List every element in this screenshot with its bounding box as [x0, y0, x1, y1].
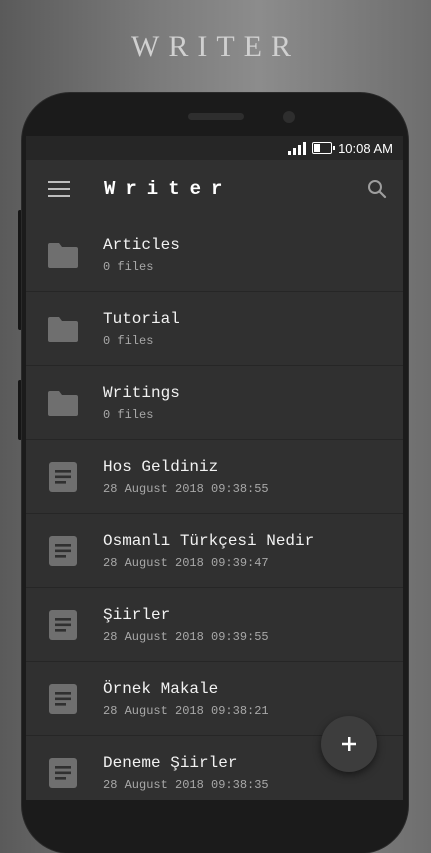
document-icon — [46, 608, 80, 642]
folder-icon — [46, 386, 80, 420]
folder-item[interactable]: Writings 0 files — [26, 366, 403, 440]
item-meta: 0 files — [103, 407, 154, 422]
item-text: Şiirler 28 August 2018 09:39:55 — [103, 606, 269, 644]
item-name: Osmanlı Türkçesi Nedir — [103, 531, 315, 550]
menu-icon[interactable] — [48, 181, 70, 197]
item-meta: 28 August 2018 09:38:21 — [103, 703, 269, 718]
item-meta: 0 files — [103, 259, 154, 274]
plus-icon — [342, 737, 356, 751]
folder-item[interactable]: Articles 0 files — [26, 218, 403, 292]
item-meta: 28 August 2018 09:39:55 — [103, 629, 269, 644]
item-name: Hos Geldiniz — [103, 457, 219, 476]
item-text: Örnek Makale 28 August 2018 09:38:21 — [103, 680, 269, 718]
folder-icon — [46, 238, 80, 272]
item-meta: 28 August 2018 09:38:55 — [103, 481, 269, 496]
item-text: Deneme Şiirler 28 August 2018 09:38:35 — [103, 754, 269, 792]
item-meta: 0 files — [103, 333, 154, 348]
document-icon — [46, 534, 80, 568]
document-item[interactable]: Hos Geldiniz 28 August 2018 09:38:55 — [26, 440, 403, 514]
item-text: Writings 0 files — [103, 384, 180, 422]
app-banner-title: WRITER — [131, 30, 300, 63]
item-name: Şiirler — [103, 605, 171, 624]
document-icon — [46, 460, 80, 494]
item-text: Hos Geldiniz 28 August 2018 09:38:55 — [103, 458, 269, 496]
battery-icon — [312, 142, 336, 154]
add-button[interactable] — [321, 716, 377, 772]
status-bar: 10:08 AM — [26, 136, 403, 160]
document-item[interactable]: Şiirler 28 August 2018 09:39:55 — [26, 588, 403, 662]
item-name: Örnek Makale — [103, 679, 219, 698]
status-time: 10:08 AM — [338, 140, 393, 156]
item-text: Osmanlı Türkçesi Nedir 28 August 2018 09:… — [103, 532, 314, 570]
item-name: Writings — [103, 383, 180, 402]
phone-camera — [283, 111, 295, 123]
document-icon — [46, 682, 80, 716]
item-meta: 28 August 2018 09:38:35 — [103, 777, 269, 792]
signal-icon — [288, 141, 307, 155]
item-name: Tutorial — [103, 309, 180, 328]
item-text: Tutorial 0 files — [103, 310, 180, 348]
toolbar-title: Writer — [104, 178, 233, 200]
file-list: Articles 0 files Tutorial 0 files Writings 0 … — [26, 218, 403, 800]
document-item[interactable]: Osmanlı Türkçesi Nedir 28 August 2018 09:… — [26, 514, 403, 588]
search-icon[interactable] — [367, 179, 387, 199]
app-toolbar: Writer — [26, 160, 403, 218]
item-name: Deneme Şiirler — [103, 753, 238, 772]
folder-icon — [46, 312, 80, 346]
item-text: Articles 0 files — [103, 236, 180, 274]
phone-speaker — [188, 113, 244, 120]
app-screen: 10:08 AM Writer Articles 0 files Tutorial 0… — [26, 136, 403, 800]
folder-item[interactable]: Tutorial 0 files — [26, 292, 403, 366]
document-icon — [46, 756, 80, 790]
item-meta: 28 August 2018 09:39:47 — [103, 555, 269, 570]
item-name: Articles — [103, 235, 180, 254]
